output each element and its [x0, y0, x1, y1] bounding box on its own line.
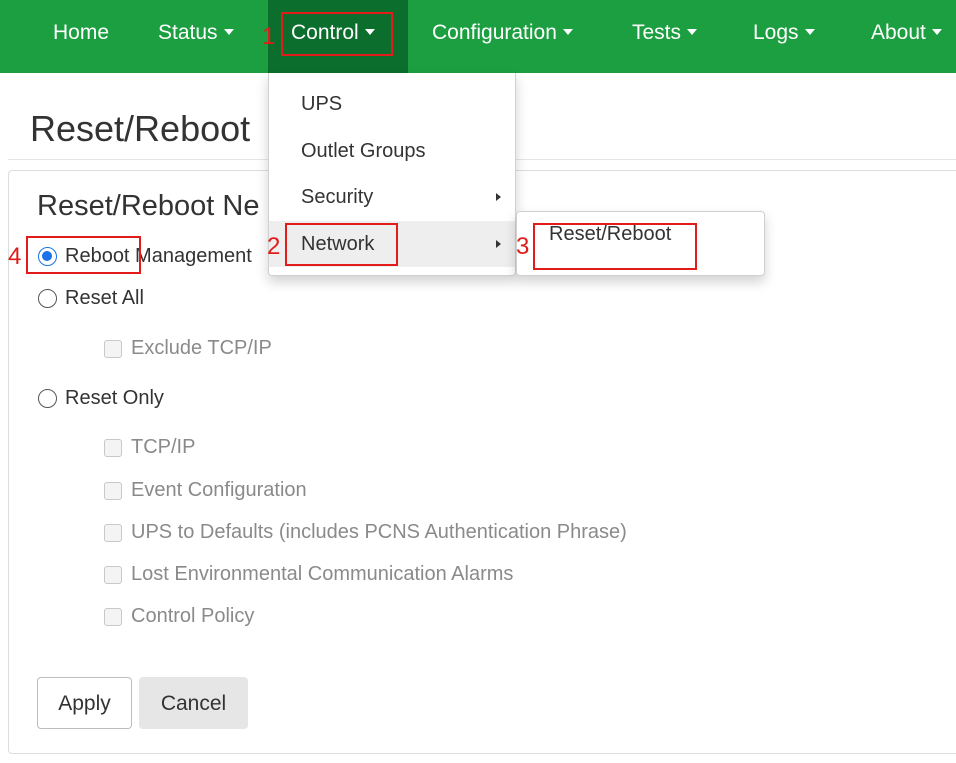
apply-button[interactable]: Apply — [37, 677, 132, 729]
radio-reboot-management[interactable]: Reboot Management — [38, 245, 252, 268]
network-submenu: Reset/Reboot — [516, 211, 765, 276]
caret-down-icon — [364, 29, 375, 36]
check-ups-defaults[interactable]: UPS to Defaults (includes PCNS Authentic… — [104, 521, 627, 544]
checkbox-label: Control Policy — [131, 605, 255, 627]
nav-status[interactable]: Status — [158, 0, 234, 73]
caret-down-icon — [562, 29, 573, 36]
menu-item-label: UPS — [301, 93, 343, 115]
nav-tests[interactable]: Tests — [632, 0, 698, 73]
radio-button[interactable] — [38, 389, 57, 408]
checkbox-disabled[interactable] — [104, 438, 122, 457]
nav-configuration-label: Configuration — [432, 21, 557, 44]
radio-button[interactable] — [38, 289, 57, 308]
radio-reset-all[interactable]: Reset All — [38, 287, 144, 310]
annotation-number-1: 1 — [262, 23, 276, 50]
check-control-policy[interactable]: Control Policy — [104, 605, 254, 628]
checkbox-label: Exclude TCP/IP — [131, 337, 272, 359]
submenu-item-reset-reboot[interactable]: Reset/Reboot — [549, 223, 671, 245]
annotation-number-3: 3 — [516, 233, 530, 260]
nav-about-label: About — [871, 21, 926, 44]
check-event-configuration[interactable]: Event Configuration — [104, 479, 307, 502]
checkbox-label: Event Configuration — [131, 479, 307, 501]
caret-down-icon — [687, 29, 698, 36]
caret-down-icon — [804, 29, 815, 36]
check-tcpip[interactable]: TCP/IP — [104, 436, 195, 459]
radio-label: Reset Only — [65, 387, 164, 409]
annotation-number-2: 2 — [267, 233, 281, 260]
top-navbar: Home Status Control Configuration Tests … — [0, 0, 956, 73]
radio-reset-only[interactable]: Reset Only — [38, 387, 164, 410]
checkbox-disabled[interactable] — [104, 523, 122, 542]
nav-tests-label: Tests — [632, 21, 682, 44]
nav-home[interactable]: Home — [53, 0, 109, 73]
menu-item-security[interactable]: Security — [269, 174, 515, 220]
menu-item-ups[interactable]: UPS — [269, 81, 515, 127]
checkbox-disabled[interactable] — [104, 565, 122, 584]
page-title: Reset/Reboot — [30, 108, 251, 149]
nav-status-label: Status — [158, 21, 218, 44]
menu-item-label: Network — [301, 233, 375, 255]
menu-item-network[interactable]: Network — [269, 221, 515, 267]
check-lost-env-alarms[interactable]: Lost Environmental Communication Alarms — [104, 563, 513, 586]
nav-logs-label: Logs — [753, 21, 799, 44]
nav-control-label: Control — [291, 21, 359, 44]
annotation-number-4: 4 — [8, 243, 22, 270]
menu-item-outlet-groups[interactable]: Outlet Groups — [269, 128, 515, 174]
nav-control[interactable]: Control — [268, 0, 408, 73]
checkbox-disabled[interactable] — [104, 339, 122, 358]
nav-logs[interactable]: Logs — [753, 0, 815, 73]
chevron-right-icon — [496, 240, 501, 248]
nav-about[interactable]: About — [871, 0, 942, 73]
checkbox-disabled[interactable] — [104, 481, 122, 500]
radio-button-checked[interactable] — [38, 247, 57, 266]
checkbox-label: TCP/IP — [131, 436, 196, 458]
panel-title: Reset/Reboot Ne — [37, 190, 260, 222]
control-dropdown-menu: UPS Outlet Groups Security Network — [268, 73, 516, 276]
menu-item-label: Outlet Groups — [301, 140, 426, 162]
nav-configuration[interactable]: Configuration — [432, 0, 573, 73]
cancel-button[interactable]: Cancel — [139, 677, 248, 729]
caret-down-icon — [223, 29, 234, 36]
radio-label: Reboot Management — [65, 245, 252, 267]
checkbox-label: Lost Environmental Communication Alarms — [131, 563, 514, 585]
checkbox-disabled[interactable] — [104, 607, 122, 626]
checkbox-label: UPS to Defaults (includes PCNS Authentic… — [131, 521, 627, 543]
chevron-right-icon — [496, 193, 501, 201]
menu-item-label: Security — [301, 186, 374, 208]
check-exclude-tcpip[interactable]: Exclude TCP/IP — [104, 337, 272, 360]
nav-home-label: Home — [53, 21, 110, 44]
caret-down-icon — [931, 29, 942, 36]
radio-label: Reset All — [65, 287, 144, 309]
